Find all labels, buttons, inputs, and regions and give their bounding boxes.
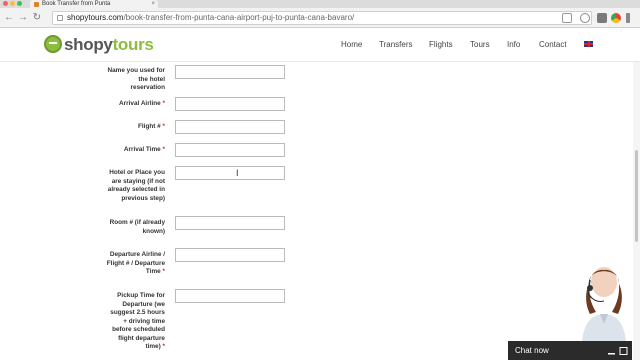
required-marker: * [162, 100, 166, 107]
chrome-extension-icon[interactable] [611, 13, 621, 23]
chat-minimize-icon [608, 353, 615, 355]
form-label-hotel-name: Name you used for the hotel reservation [105, 67, 165, 93]
page-info-icon[interactable] [57, 15, 63, 21]
chat-agent-avatar[interactable] [578, 262, 630, 342]
url-path: /book-transfer-from-punta-cana-airport-p… [123, 13, 355, 22]
arrival-time-input[interactable] [175, 143, 285, 157]
chat-now-label: Chat now [515, 346, 549, 355]
maximize-window-button[interactable] [17, 1, 22, 6]
form-label-hotel-place: Hotel or Place you are staying (if not a… [105, 169, 165, 203]
bookmark-star-icon[interactable] [562, 13, 572, 23]
reload-icon[interactable]: ↻ [31, 11, 43, 25]
favicon-icon [34, 2, 39, 7]
browser-tabstrip: Book Transfer from Punta × [0, 0, 640, 8]
logo-word-shopy: shopy [64, 35, 113, 54]
nav-info[interactable]: Info [507, 40, 520, 49]
nav-home[interactable]: Home [341, 40, 362, 49]
chat-window-controls[interactable] [608, 347, 628, 355]
nav-contact[interactable]: Contact [539, 40, 567, 49]
arrival-airline-input[interactable] [175, 97, 285, 111]
back-icon[interactable]: ← [3, 11, 15, 25]
browser-toolbar: ← → ↻ shopytours.com/book-transfer-from-… [0, 8, 640, 28]
label-text: Pickup Time for Departure (we suggest 2.… [110, 292, 165, 350]
form-label-pickup-time: Pickup Time for Departure (we suggest 2.… [105, 292, 165, 352]
required-marker: * [162, 146, 166, 153]
tab-title: Book Transfer from Punta [42, 1, 111, 7]
address-bar[interactable]: shopytours.com/book-transfer-from-punta-… [52, 11, 592, 25]
form-label-arrival-airline: Arrival Airline * [105, 100, 165, 109]
site-header: shopytours Home Transfers Flights Tours … [0, 29, 640, 62]
label-text: Name you used for the hotel reservation [107, 67, 165, 91]
form-label-departure: Departure Airline / Flight # / Departure… [105, 251, 165, 277]
close-window-button[interactable] [3, 1, 8, 6]
nav-flights[interactable]: Flights [429, 40, 453, 49]
nav-tours[interactable]: Tours [470, 40, 490, 49]
chat-popout-icon [619, 347, 628, 355]
room-number-input[interactable] [175, 216, 285, 230]
label-text: Flight # [137, 123, 161, 130]
logo-text: shopytours [64, 35, 154, 55]
label-text: Departure Airline / Flight # / Departure… [106, 251, 165, 275]
minimize-window-button[interactable] [10, 1, 15, 6]
nav-transfers[interactable]: Transfers [379, 40, 413, 49]
url-host: shopytours.com [67, 13, 124, 22]
flight-number-input[interactable] [175, 120, 285, 134]
required-marker: * [162, 268, 166, 275]
info-icon[interactable] [580, 13, 590, 23]
form-label-room-number: Room # (if already known) [105, 219, 165, 236]
scrollbar-thumb[interactable] [635, 150, 638, 242]
hotel-reservation-name-input[interactable] [175, 65, 285, 79]
extension-icon[interactable] [597, 13, 607, 23]
browser-tab[interactable]: Book Transfer from Punta × [30, 0, 158, 8]
label-text: Room # (if already known) [109, 219, 165, 235]
logo-word-tours: tours [112, 35, 154, 54]
form-label-arrival-time: Arrival Time * [105, 146, 165, 155]
logo-icon [44, 35, 62, 53]
hotel-place-input[interactable] [175, 166, 285, 180]
forward-icon[interactable]: → [17, 11, 29, 25]
menu-icon[interactable] [626, 13, 630, 23]
required-marker: * [162, 343, 166, 350]
departure-info-input[interactable] [175, 248, 285, 262]
language-flag-icon[interactable] [584, 41, 593, 47]
tab-close-icon[interactable]: × [151, 0, 155, 8]
chat-now-button[interactable]: Chat now [508, 341, 632, 360]
required-marker: * [162, 123, 166, 130]
label-text: Hotel or Place you are staying (if not a… [107, 169, 165, 202]
pickup-time-input[interactable] [175, 289, 285, 303]
text-cursor-icon: I [236, 168, 239, 178]
form-label-flight-number: Flight # * [105, 123, 165, 132]
label-text: Arrival Airline [119, 100, 161, 107]
label-text: Arrival Time [123, 146, 161, 153]
